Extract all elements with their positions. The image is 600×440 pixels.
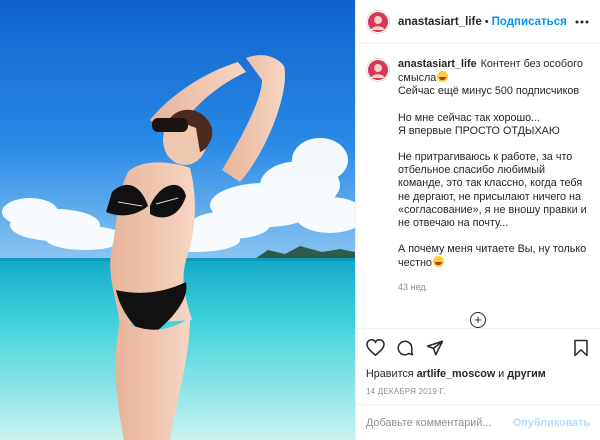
likes-prefix: Нравится — [366, 368, 414, 380]
beach-photo-image — [0, 0, 355, 440]
avatar-image — [368, 11, 388, 32]
post-side-panel: anastasiart_life • Подписаться anastasia… — [355, 0, 600, 440]
caption-para2-line1: Но мне сейчас так хорошо... — [398, 111, 541, 124]
instagram-post: anastasiart_life • Подписаться anastasia… — [0, 0, 600, 440]
header-username[interactable]: anastasiart_life — [398, 16, 482, 28]
likes-middle: и — [498, 368, 505, 380]
likes-user[interactable]: artlife_moscow — [417, 368, 496, 380]
caption-para2-line2: Я впервые ПРОСТО ОТДЫХАЮ — [398, 124, 560, 137]
grin-emoji-icon — [437, 71, 449, 83]
avatar-image — [368, 60, 388, 80]
caption-text: anastasiart_life Контент без особого смыс… — [398, 58, 590, 294]
follow-button[interactable]: Подписаться — [492, 16, 567, 28]
comment-bubble-icon[interactable] — [395, 338, 415, 358]
header-separator: • — [484, 15, 489, 28]
post-date[interactable]: 14 ДЕКАБРЯ 2019 Г. — [356, 382, 600, 404]
heart-icon[interactable] — [365, 338, 385, 358]
post-header: anastasiart_life • Подписаться — [356, 0, 600, 44]
avatar[interactable] — [366, 9, 390, 34]
more-dots-icon[interactable] — [574, 14, 590, 30]
likes-others[interactable]: другим — [507, 368, 545, 380]
likes-line: Нравится artlife_moscow и другим — [356, 366, 600, 382]
tongue-emoji-icon — [432, 256, 444, 268]
caption-line-2: Сейчас ещё минус 500 подписчиков — [398, 85, 580, 98]
publish-button[interactable]: Опубликовать — [513, 417, 590, 429]
caption-para4: А почему меня читаете Вы, ну только чест… — [398, 243, 587, 270]
load-more-comments[interactable]: + — [366, 311, 590, 328]
post-photo[interactable] — [0, 0, 355, 440]
caption-row: anastasiart_life Контент без особого смыс… — [366, 58, 590, 294]
caption-para3: Не притрагиваюсь к работе, за что отбель… — [398, 151, 587, 230]
plus-circle-icon[interactable]: + — [470, 311, 486, 328]
caption-area: anastasiart_life Контент без особого смыс… — [356, 44, 600, 328]
caption-time-ago[interactable]: 43 нед. — [398, 281, 590, 294]
comment-input[interactable] — [366, 416, 513, 429]
bookmark-icon[interactable] — [571, 338, 591, 358]
action-bar — [356, 328, 600, 366]
caption-username[interactable]: anastasiart_life — [398, 58, 477, 70]
caption-avatar[interactable] — [366, 58, 390, 82]
comment-bar: Опубликовать — [356, 404, 600, 440]
paper-plane-icon[interactable] — [425, 338, 445, 358]
